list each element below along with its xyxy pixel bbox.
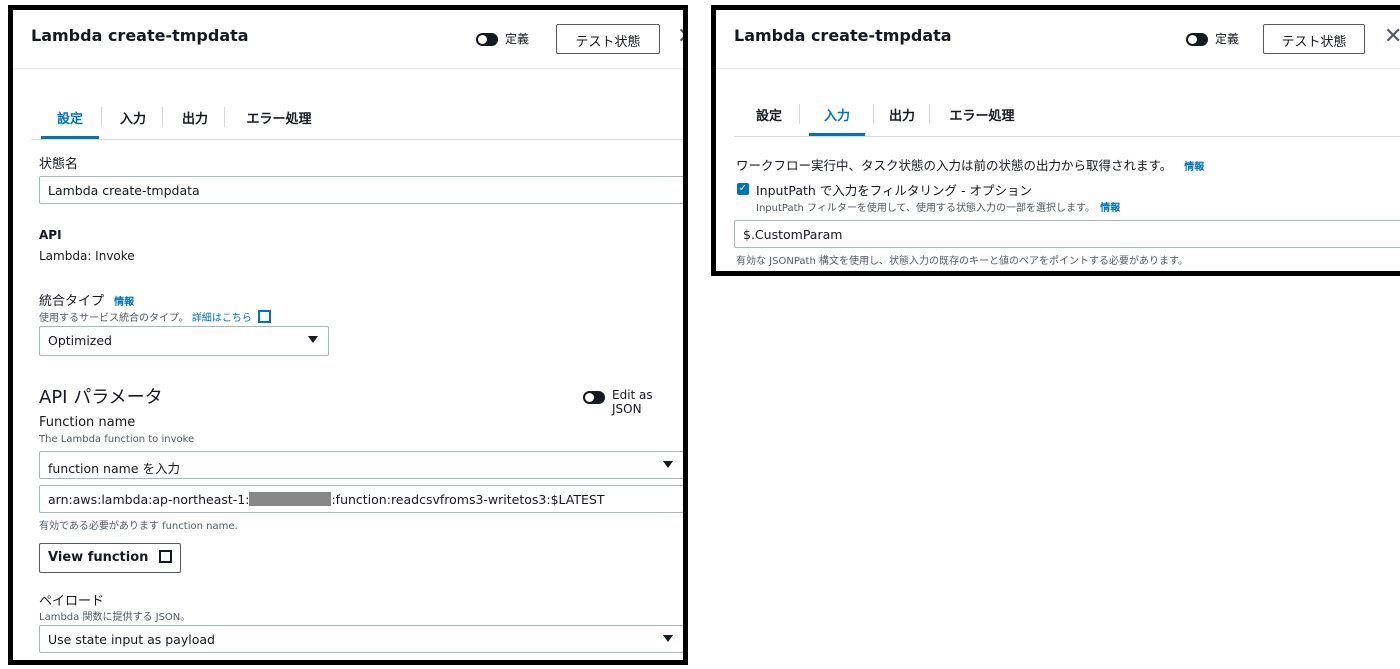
arn-prefix: arn:aws:lambda:ap-northeast-1: bbox=[48, 492, 250, 507]
tab-divider bbox=[873, 104, 874, 124]
view-function-button[interactable]: View function bbox=[39, 543, 181, 573]
integration-type-text: 統合タイプ bbox=[39, 294, 105, 309]
payload-label: ペイロード bbox=[39, 594, 105, 609]
tab-divider bbox=[929, 104, 930, 124]
inputpath-hint: 有効な JSONPath 構文を使用し、状態入力の既存のキーと値のペアをポイント… bbox=[736, 256, 1188, 267]
edit-json-toggle-icon[interactable] bbox=[583, 391, 605, 404]
definition-label: 定義 bbox=[505, 32, 530, 46]
api-label: API bbox=[39, 228, 62, 242]
dropdown-caret-icon bbox=[663, 461, 673, 468]
definition-label: 定義 bbox=[1215, 32, 1240, 46]
function-name-select[interactable]: function name を入力 bbox=[39, 451, 683, 479]
panel-title: Lambda create-tmpdata bbox=[734, 26, 952, 45]
inputpath-desc-text: InputPath フィルターを使用して、使用する状態入力の一部を選択します。 bbox=[756, 203, 1096, 214]
function-name-hint: 有効である必要があります function name. bbox=[39, 521, 238, 532]
definition-toggle-icon[interactable] bbox=[476, 33, 498, 46]
function-name-desc: The Lambda function to invoke bbox=[39, 434, 195, 445]
tab-divider bbox=[162, 107, 163, 127]
payload-value: Use state input as payload bbox=[48, 632, 215, 647]
tab-output[interactable]: 出力 bbox=[882, 92, 922, 136]
tab-bar: 設定 入力 出力 エラー処理 bbox=[31, 95, 683, 140]
state-name-input[interactable]: Lambda create-tmpdata bbox=[39, 176, 683, 204]
external-link-icon bbox=[158, 550, 172, 563]
payload-select[interactable]: Use state input as payload bbox=[39, 625, 683, 653]
state-name-label: 状態名 bbox=[39, 157, 79, 172]
info-link[interactable]: 情報 bbox=[114, 297, 134, 308]
tab-output[interactable]: 出力 bbox=[175, 95, 215, 139]
right-panel: Lambda create-tmpdata 定義 テスト状態 ✕ 設定 入力 出… bbox=[711, 5, 1400, 276]
input-description: ワークフロー実行中、タスク状態の入力は前の状態の出力から取得されます。 情報 bbox=[736, 155, 1204, 174]
checkbox-icon[interactable]: ✓ bbox=[737, 183, 749, 195]
dropdown-caret-icon bbox=[308, 336, 318, 343]
info-link[interactable]: 情報 bbox=[1100, 203, 1120, 214]
panel-title: Lambda create-tmpdata bbox=[31, 26, 249, 45]
payload-desc: Lambda 関数に提供する JSON。 bbox=[39, 612, 191, 623]
external-link-icon bbox=[258, 310, 272, 323]
integration-type-desc: 使用するサービス統合のタイプ。 詳細はこちら bbox=[39, 309, 272, 324]
tab-error-handling[interactable]: エラー処理 bbox=[942, 92, 1022, 136]
panel-header: Lambda create-tmpdata 定義 テスト状態 ✕ bbox=[13, 10, 683, 69]
tab-settings[interactable]: 設定 bbox=[41, 95, 99, 139]
tab-error-handling[interactable]: エラー処理 bbox=[239, 95, 319, 139]
inputpath-desc: InputPath フィルターを使用して、使用する状態入力の一部を選択します。 … bbox=[756, 199, 1120, 214]
test-state-button[interactable]: テスト状態 bbox=[1263, 24, 1365, 54]
tab-divider bbox=[799, 104, 800, 124]
api-params-heading: API パラメータ bbox=[39, 387, 163, 408]
dropdown-caret-icon bbox=[663, 635, 673, 642]
tab-settings[interactable]: 設定 bbox=[749, 92, 789, 136]
input-desc-text: ワークフロー実行中、タスク状態の入力は前の状態の出力から取得されます。 bbox=[736, 158, 1173, 173]
function-arn-input[interactable]: arn:aws:lambda:ap-northeast-1: :function:… bbox=[39, 485, 683, 513]
integration-type-value: Optimized bbox=[48, 333, 112, 348]
redacted-account-id bbox=[249, 492, 332, 506]
tab-bar: 設定 入力 出力 エラー処理 bbox=[734, 92, 1400, 137]
view-function-label: View function bbox=[48, 550, 149, 565]
inputpath-input[interactable]: $.CustomParam bbox=[734, 220, 1400, 248]
function-name-label: Function name bbox=[39, 415, 136, 430]
tab-divider bbox=[224, 107, 225, 127]
definition-toggle-icon[interactable] bbox=[1186, 33, 1208, 46]
integration-type-select[interactable]: Optimized bbox=[39, 326, 329, 356]
api-value: Lambda: Invoke bbox=[39, 249, 135, 263]
inputpath-label: InputPath で入力をフィルタリング - オプション bbox=[756, 183, 1033, 198]
tab-input[interactable]: 入力 bbox=[809, 92, 865, 136]
edit-json-label: Edit as JSON bbox=[612, 388, 653, 416]
tab-divider bbox=[101, 107, 102, 127]
left-panel: Lambda create-tmpdata 定義 テスト状態 ✕ 設定 入力 出… bbox=[8, 5, 688, 665]
info-link[interactable]: 情報 bbox=[1184, 162, 1204, 173]
learn-more-link[interactable]: 詳細はこちら bbox=[192, 313, 252, 324]
arn-suffix: :function:readcsvfroms3-writetos3:$LATES… bbox=[331, 492, 605, 507]
integration-type-label: 統合タイプ 情報 bbox=[39, 290, 134, 309]
panel-header: Lambda create-tmpdata 定義 テスト状態 ✕ bbox=[716, 10, 1400, 69]
close-icon[interactable]: ✕ bbox=[1384, 24, 1400, 49]
function-name-placeholder: function name を入力 bbox=[48, 461, 180, 476]
integration-desc-text: 使用するサービス統合のタイプ。 bbox=[39, 313, 189, 324]
test-state-button[interactable]: テスト状態 bbox=[556, 24, 660, 54]
close-icon[interactable]: ✕ bbox=[677, 24, 683, 49]
tab-input[interactable]: 入力 bbox=[113, 95, 153, 139]
